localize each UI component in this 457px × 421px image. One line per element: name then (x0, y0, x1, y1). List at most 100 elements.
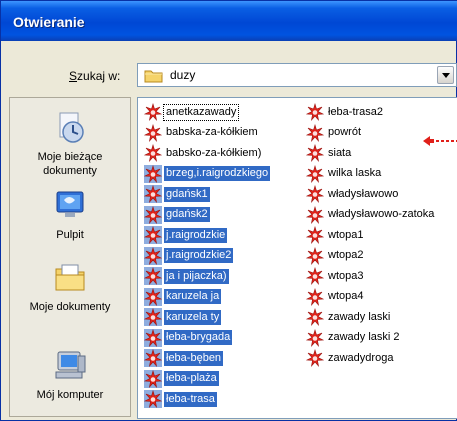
file-item[interactable]: gdańsk1 (144, 184, 270, 205)
file-item[interactable]: babsko-za-kółkiem) (144, 143, 270, 164)
file-item[interactable]: karuzela ty (144, 307, 270, 328)
recent-documents-icon (59, 112, 84, 143)
application-file-icon (144, 287, 162, 306)
application-file-icon (144, 103, 162, 122)
place-recent-documents[interactable]: Moje bieżące dokumenty (10, 110, 130, 178)
application-file-icon (144, 390, 162, 409)
file-name: gdańsk1 (164, 186, 210, 202)
file-name: gdańsk2 (164, 207, 210, 223)
file-name: babsko-za-kółkiem) (166, 146, 262, 159)
file-item[interactable]: zawadydroga (306, 348, 436, 369)
application-file-icon (306, 164, 324, 183)
application-file-icon (144, 144, 162, 163)
desktop-icon (56, 191, 84, 217)
file-item[interactable]: łeba-bęben (144, 348, 270, 369)
file-item[interactable]: ja i pijaczka) (144, 266, 270, 287)
file-name: wtopa1 (328, 228, 364, 241)
place-my-documents[interactable]: Moje dokumenty (10, 260, 130, 314)
file-name: władysławowo-zatoka (328, 208, 435, 221)
file-name: brzeg,i.raigrodzkiego (164, 166, 271, 182)
application-file-icon (306, 103, 324, 122)
file-name: zawady laski 2 (328, 331, 400, 344)
file-item[interactable]: łeba-plaża (144, 369, 270, 390)
file-name: karuzela ja (164, 289, 222, 305)
title-bar[interactable]: Otwieranie (1, 1, 457, 41)
file-name: wtopa4 (328, 290, 364, 303)
open-dialog-window: Otwieranie Szukaj w: duzy Moje bieżące d… (0, 0, 457, 421)
application-file-icon (144, 164, 162, 183)
look-in-value: duzy (170, 68, 196, 82)
file-name: babska-za-kółkiem (166, 126, 258, 139)
application-file-icon (306, 144, 324, 163)
file-list[interactable]: anetkazawady babska-za-kółkiem babsko-za-k… (137, 97, 457, 419)
file-item[interactable]: gdańsk2 (144, 205, 270, 226)
file-name: powrót (328, 126, 362, 139)
file-name: łeba-plaża (164, 371, 219, 387)
file-name: j.raigrodzkie (164, 227, 228, 243)
application-file-icon (306, 349, 324, 368)
file-item[interactable]: wtopa2 (306, 246, 436, 267)
file-name: wilka laska (328, 167, 382, 180)
file-item[interactable]: powrót (306, 123, 436, 144)
file-item[interactable]: brzeg,i.raigrodzkiego (144, 164, 271, 185)
file-item[interactable]: władysławowo-zatoka (306, 205, 436, 226)
application-file-icon (306, 226, 324, 245)
file-column-1: anetkazawady babska-za-kółkiem babsko-za-k… (144, 102, 271, 410)
file-item[interactable]: zawady laski 2 (306, 328, 436, 349)
dropdown-arrow-button[interactable] (437, 66, 454, 84)
place-label-line1: Moje dokumenty (29, 301, 111, 313)
file-item[interactable]: anetkazawady (144, 102, 270, 123)
file-name: łeba-trasa (164, 391, 217, 407)
file-item[interactable]: władysławowo (306, 184, 436, 205)
file-item[interactable]: zawady laski (306, 307, 436, 328)
file-name: łeba-brygada (164, 330, 233, 346)
application-file-icon (144, 369, 162, 388)
file-item[interactable]: łeba-trasa (144, 389, 270, 410)
look-in-label: Szukaj w: (69, 69, 121, 83)
application-file-icon (144, 185, 162, 204)
file-item[interactable]: łeba-brygada (144, 328, 270, 349)
file-item[interactable]: karuzela ja (144, 287, 270, 308)
file-item[interactable]: łeba-trasa2 (306, 102, 436, 123)
file-name: karuzela ty (164, 309, 222, 325)
places-bar: Moje bieżące dokumenty Pulpit Moje dokum… (9, 97, 131, 417)
application-file-icon (144, 246, 162, 265)
application-file-icon (144, 328, 162, 347)
application-file-icon (144, 349, 162, 368)
place-my-computer[interactable]: Mój komputer (10, 348, 130, 402)
folder-icon (144, 70, 163, 83)
application-file-icon (144, 308, 162, 327)
window-title: Otwieranie (13, 14, 85, 30)
file-name: wtopa3 (328, 269, 364, 282)
place-label-line1: Pulpit (56, 229, 84, 241)
file-item[interactable]: j.raigrodzkie (144, 225, 270, 246)
file-item[interactable]: siata (306, 143, 436, 164)
application-file-icon (144, 123, 162, 142)
file-name: siata (328, 146, 352, 159)
my-computer-icon (55, 351, 86, 379)
file-name: j.raigrodzkie2 (164, 248, 234, 264)
application-file-icon (306, 287, 324, 306)
application-file-icon (306, 205, 324, 224)
application-file-icon (306, 308, 324, 327)
look-in-dropdown[interactable]: duzy (137, 63, 457, 87)
file-name: zawadydroga (328, 351, 394, 364)
file-item[interactable]: j.raigrodzkie2 (144, 246, 270, 267)
place-label-line1: Moje bieżące (37, 151, 103, 163)
place-label-line2: dokumenty (43, 165, 97, 177)
application-file-icon (306, 328, 324, 347)
application-file-icon (306, 267, 324, 286)
file-item[interactable]: wtopa4 (306, 287, 436, 308)
application-file-icon (306, 246, 324, 265)
file-column-2: łeba-trasa2 powrót siata wilka laska władysł… (306, 102, 436, 369)
application-file-icon (144, 267, 162, 286)
my-documents-icon (55, 264, 85, 291)
file-name: łeba-bęben (164, 350, 224, 366)
file-name: władysławowo (328, 187, 399, 200)
file-item[interactable]: wtopa3 (306, 266, 436, 287)
file-item[interactable]: wtopa1 (306, 225, 436, 246)
file-item[interactable]: wilka laska (306, 164, 436, 185)
application-file-icon (306, 123, 324, 142)
place-desktop[interactable]: Pulpit (10, 188, 130, 242)
file-item[interactable]: babska-za-kółkiem (144, 123, 270, 144)
